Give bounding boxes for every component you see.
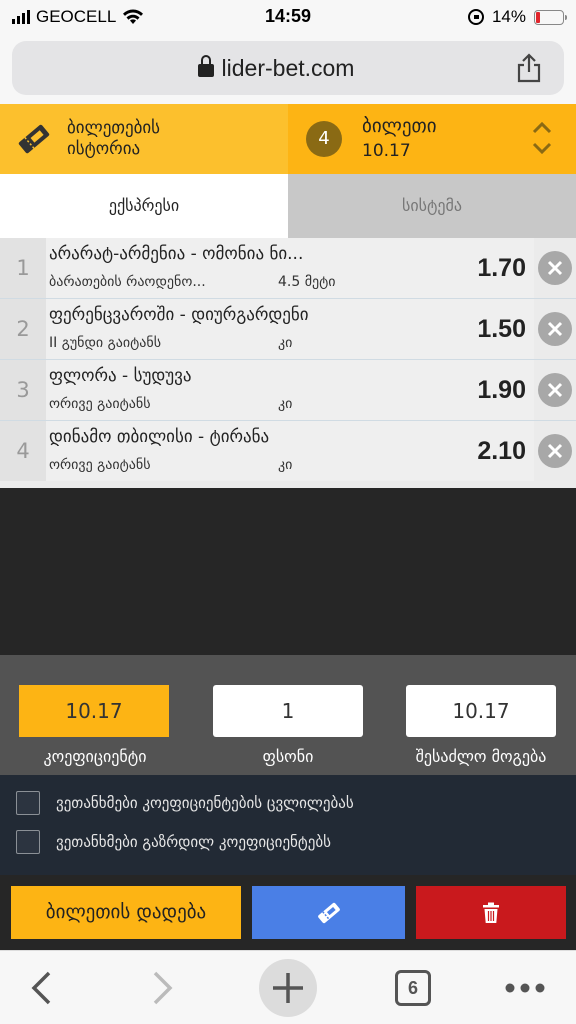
remove-bet-button[interactable] [538,312,572,346]
possible-win-label: შესაძლო მოგება [415,747,547,766]
bet-market: II გუნდი გაიტანს [49,335,162,351]
bet-market: ორივე გაიტანს [49,396,151,412]
close-icon [547,260,563,276]
total-odds-box: 10.17 [19,685,169,737]
bet-row: 3 ფლორა - სუდუვა ორივე გაიტანს კი 1.90 [0,360,576,421]
bet-match: ფლორა - სუდუვა [49,366,192,386]
tabs-button[interactable]: 6 [372,951,454,1024]
bet-odd: 2.10 [477,437,526,465]
bet-index: 2 [0,299,46,359]
bet-row: 2 ფერენცვაროში - დიურგარდენი II გუნდი გა… [0,299,576,360]
total-odds-label: კოეფიციენტი [43,747,147,766]
plus-icon [273,973,303,1003]
boosted-odds-checkbox[interactable] [16,830,40,854]
edit-ticket-button[interactable] [252,886,405,939]
remove-bet-button[interactable] [538,373,572,407]
battery-icon [534,9,567,25]
tab-express[interactable]: ექსპრესი [0,174,288,238]
back-button[interactable] [0,951,82,1024]
chevron-left-icon [31,971,51,1005]
more-dots-icon [505,983,545,993]
forward-button[interactable] [122,951,204,1024]
bet-odd: 1.50 [477,315,526,343]
bet-index: 4 [0,421,46,481]
bet-match: დინამო თბილისი - ტირანა [49,427,270,447]
bet-index: 1 [0,238,46,298]
url-text: lider-bet.com [221,55,355,81]
address-field[interactable]: lider-bet.com [12,41,564,95]
close-icon [547,382,563,398]
tab-system[interactable]: სისტემა [288,174,576,238]
battery-percent: 14% [491,7,526,26]
ticket-icon [317,902,340,923]
trash-icon [483,902,499,923]
ticket-count-badge: 4 [306,121,342,157]
place-bet-button[interactable]: ბილეთის დადება [11,886,241,939]
status-bar: GEOCELL 14:59 14% [0,0,576,34]
bet-odd: 1.90 [477,376,526,404]
remove-bet-button[interactable] [538,434,572,468]
bet-index: 3 [0,360,46,420]
close-icon [547,443,563,459]
stake-label: ფსონი [262,747,314,766]
betslip-actions: ბილეთის დადება [0,875,576,950]
ticket-history-button[interactable]: ბილეთების ისტორია [0,104,288,174]
bet-outcome: კი [278,457,293,473]
bet-row: 1 არარატ-არმენია - ომონია ნი... ბარათები… [0,238,576,299]
clear-ticket-button[interactable] [416,886,566,939]
bet-market: ბარათების რაოდენო... [49,274,206,290]
close-icon [547,321,563,337]
bet-row: 4 დინამო თბილისი - ტირანა ორივე გაიტანს … [0,421,576,482]
agree-boosted-odds-option[interactable]: ვეთანხმები გაზრდილ კოეფიციენტებს [16,829,331,855]
stake-input[interactable]: 1 [213,685,363,737]
bet-list: 1 არარატ-არმენია - ომონია ნი... ბარათები… [0,238,576,488]
possible-win-box: 10.17 [406,685,556,737]
ticket-icon [18,124,50,154]
bet-outcome: 4.5 მეტი [278,274,336,290]
ticket-title: ბილეთი [362,115,437,137]
ticket-total-odds: 10.17 [362,141,411,161]
browser-url-bar: lider-bet.com [0,34,576,104]
agree-odds-change-option[interactable]: ვეთანხმები კოეფიციენტების ცვლილებას [16,790,354,816]
bet-match: არარატ-არმენია - ომონია ნი... [49,244,304,264]
odds-change-checkbox[interactable] [16,791,40,815]
chevron-right-icon [153,971,173,1005]
new-tab-button[interactable] [247,951,329,1024]
boosted-odds-label: ვეთანხმები გაზრდილ კოეფიციენტებს [56,833,331,851]
bet-odd: 1.70 [477,254,526,282]
remove-bet-button[interactable] [538,251,572,285]
bet-outcome: კი [278,335,293,351]
history-label-line1: ბილეთების [67,118,161,138]
bet-market: ორივე გაიტანს [49,457,151,473]
orientation-lock-icon [467,9,484,25]
odds-change-label: ვეთანხმები კოეფიციენტების ცვლილებას [56,794,354,812]
more-menu-button[interactable] [484,951,566,1024]
chevron-up-icon [532,122,552,134]
bet-type-tabs: ექსპრესი სისტემა [0,174,576,238]
betslip-header: ბილეთების ისტორია 4 ბილეთი 10.17 [0,104,576,174]
browser-toolbar: 6 [0,950,576,1024]
bet-match: ფერენცვაროში - დიურგარდენი [49,305,309,325]
bet-outcome: კი [278,396,293,412]
betslip-summary: 10.17 1 10.17 კოეფიციენტი ფსონი შესაძლო … [0,655,576,775]
chevron-down-icon [532,142,552,154]
history-label-line2: ისტორია [67,139,141,159]
ticket-toggle[interactable]: 4 ბილეთი 10.17 [288,104,576,174]
tabs-count: 6 [395,970,431,1006]
share-icon[interactable] [516,53,542,83]
agreement-options: ვეთანხმები კოეფიციენტების ცვლილებას ვეთა… [0,775,576,875]
